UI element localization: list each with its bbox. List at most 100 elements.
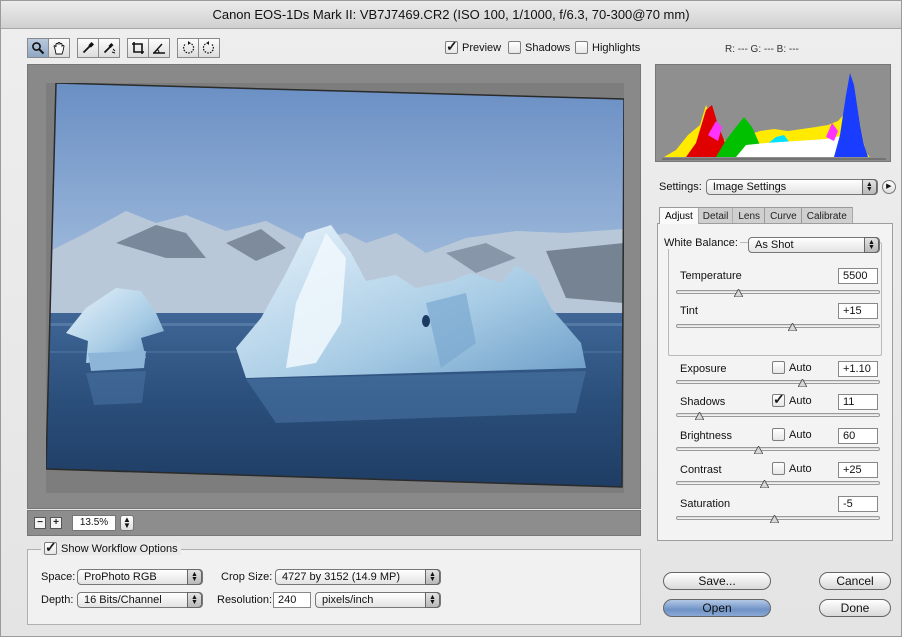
temperature-field[interactable]: 5500 — [838, 268, 878, 284]
white-balance-tool-button[interactable] — [77, 38, 99, 58]
brightness-auto-checkbox[interactable] — [772, 428, 785, 441]
tab-calibrate[interactable]: Calibrate — [800, 207, 853, 224]
straighten-tool-button[interactable] — [148, 38, 170, 58]
tint-slider-thumb[interactable] — [788, 323, 798, 331]
adjust-tabs: Adjust Detail Lens Curve Calibrate — [659, 207, 853, 224]
shadows-field[interactable]: 11 — [838, 394, 878, 410]
show-workflow-checkbox[interactable] — [44, 539, 57, 556]
exposure-auto-checkbox[interactable] — [772, 361, 785, 374]
popup-arrows-icon: ▲ ▼ — [187, 569, 202, 585]
exposure-auto-row[interactable]: Auto — [772, 361, 812, 374]
contrast-auto-row[interactable]: Auto — [772, 462, 812, 475]
crop-icon — [132, 42, 144, 54]
contrast-field[interactable]: +25 — [838, 462, 878, 478]
tint-slider[interactable] — [676, 323, 880, 331]
brightness-slider-thumb[interactable] — [753, 446, 763, 454]
popup-arrows-icon: ▲ ▼ — [425, 569, 440, 585]
exposure-label: Exposure — [680, 363, 727, 375]
tab-curve[interactable]: Curve — [764, 207, 803, 224]
tab-detail[interactable]: Detail — [696, 207, 735, 224]
saturation-field[interactable]: -5 — [838, 496, 878, 512]
shadows-label: Shadows — [680, 396, 726, 408]
rotate-right-icon — [202, 41, 214, 54]
eyedropper-icon — [82, 42, 95, 54]
resolution-field[interactable]: 240 — [273, 592, 311, 608]
popup-arrows-icon: ▲ ▼ — [864, 237, 879, 253]
contrast-slider-thumb[interactable] — [759, 480, 769, 488]
rotate-left-button[interactable] — [177, 38, 199, 58]
popup-arrows-icon: ▲ ▼ — [187, 592, 202, 608]
rotate-right-button[interactable] — [198, 38, 220, 58]
settings-value: Image Settings — [712, 181, 787, 193]
hand-tool-button[interactable] — [48, 38, 70, 58]
adjust-panel: White Balance: As Shot ▲ ▼ Temperature 55… — [657, 223, 893, 541]
image-preview[interactable] — [27, 64, 641, 509]
resolution-unit-value: pixels/inch — [322, 594, 374, 606]
crop-size-value: 4727 by 3152 (14.9 MP) — [282, 571, 401, 583]
shadows-auto-row[interactable]: Auto — [772, 391, 812, 408]
crop-tool-button[interactable] — [127, 38, 149, 58]
temperature-slider-thumb[interactable] — [733, 289, 743, 297]
space-popup[interactable]: ProPhoto RGB ▲ ▼ — [77, 569, 203, 585]
contrast-auto-checkbox[interactable] — [772, 462, 785, 475]
preview-checkbox[interactable] — [445, 38, 458, 55]
shadows-slider[interactable] — [676, 412, 880, 420]
contrast-label: Contrast — [680, 464, 722, 476]
shadows-clip-checkbox-row[interactable]: Shadows — [508, 41, 570, 54]
contrast-slider[interactable] — [676, 480, 880, 488]
rotate-left-icon — [183, 41, 195, 54]
brightness-auto-row[interactable]: Auto — [772, 428, 812, 441]
shadows-clip-checkbox[interactable] — [508, 41, 521, 54]
histogram-graph — [662, 73, 886, 160]
color-sampler-tool-button[interactable] — [98, 38, 120, 58]
resolution-unit-popup[interactable]: pixels/inch ▲ ▼ — [315, 592, 441, 608]
depth-label: Depth: — [41, 594, 74, 606]
saturation-slider-thumb[interactable] — [769, 515, 779, 523]
saturation-label: Saturation — [680, 498, 731, 510]
white-balance-popup[interactable]: As Shot ▲ ▼ — [748, 237, 880, 253]
highlights-clip-checkbox[interactable] — [575, 41, 588, 54]
zoom-tool-button[interactable] — [27, 38, 49, 58]
hand-icon — [53, 42, 65, 55]
settings-row: Settings: Image Settings ▲ ▼ ▶ — [659, 179, 896, 195]
photo-frame — [46, 83, 624, 493]
toolbar — [27, 38, 220, 60]
exposure-field[interactable]: +1.10 — [838, 361, 878, 377]
rgb-readout: R: --- G: --- B: --- — [725, 44, 799, 55]
temperature-slider[interactable] — [676, 289, 880, 297]
workflow-toggle[interactable]: Show Workflow Options — [41, 539, 181, 556]
preview-checkbox-row[interactable]: Preview — [445, 38, 501, 55]
white-balance-label: White Balance: — [664, 237, 740, 249]
tint-field[interactable]: +15 — [838, 303, 878, 319]
brightness-field[interactable]: 60 — [838, 428, 878, 444]
saturation-slider[interactable] — [676, 515, 880, 523]
save-button[interactable]: Save... — [663, 572, 771, 590]
tint-label: Tint — [680, 305, 698, 317]
depth-popup[interactable]: 16 Bits/Channel ▲ ▼ — [77, 592, 203, 608]
zoom-level-field[interactable]: 13.5% — [72, 515, 116, 531]
depth-value: 16 Bits/Channel — [84, 594, 162, 606]
space-value: ProPhoto RGB — [84, 571, 157, 583]
zoom-in-button[interactable]: + — [50, 517, 62, 529]
exposure-slider[interactable] — [676, 379, 880, 387]
settings-popup[interactable]: Image Settings ▲ ▼ — [705, 179, 878, 195]
shadows-slider-thumb[interactable] — [695, 412, 705, 420]
tab-lens[interactable]: Lens — [732, 207, 767, 224]
exposure-slider-thumb[interactable] — [798, 379, 808, 387]
settings-menu-button[interactable]: ▶ — [881, 180, 896, 194]
zoom-bar: − + 13.5% ▲ ▼ — [27, 510, 641, 536]
crop-size-popup[interactable]: 4727 by 3152 (14.9 MP) ▲ ▼ — [275, 569, 441, 585]
tab-adjust[interactable]: Adjust — [659, 207, 699, 224]
zoom-out-button[interactable]: − — [34, 517, 46, 529]
cancel-button[interactable]: Cancel — [819, 572, 891, 590]
resolution-label: Resolution: — [217, 594, 273, 606]
brightness-slider[interactable] — [676, 446, 880, 454]
highlights-clip-checkbox-row[interactable]: Highlights — [575, 41, 640, 54]
settings-label: Settings: — [659, 181, 702, 193]
shadows-auto-checkbox[interactable] — [772, 391, 785, 408]
done-button[interactable]: Done — [819, 599, 891, 617]
straighten-icon — [153, 43, 165, 54]
shadows-auto-label: Auto — [789, 394, 812, 407]
open-button[interactable]: Open — [663, 599, 771, 617]
zoom-level-stepper[interactable]: ▲ ▼ — [120, 515, 134, 531]
